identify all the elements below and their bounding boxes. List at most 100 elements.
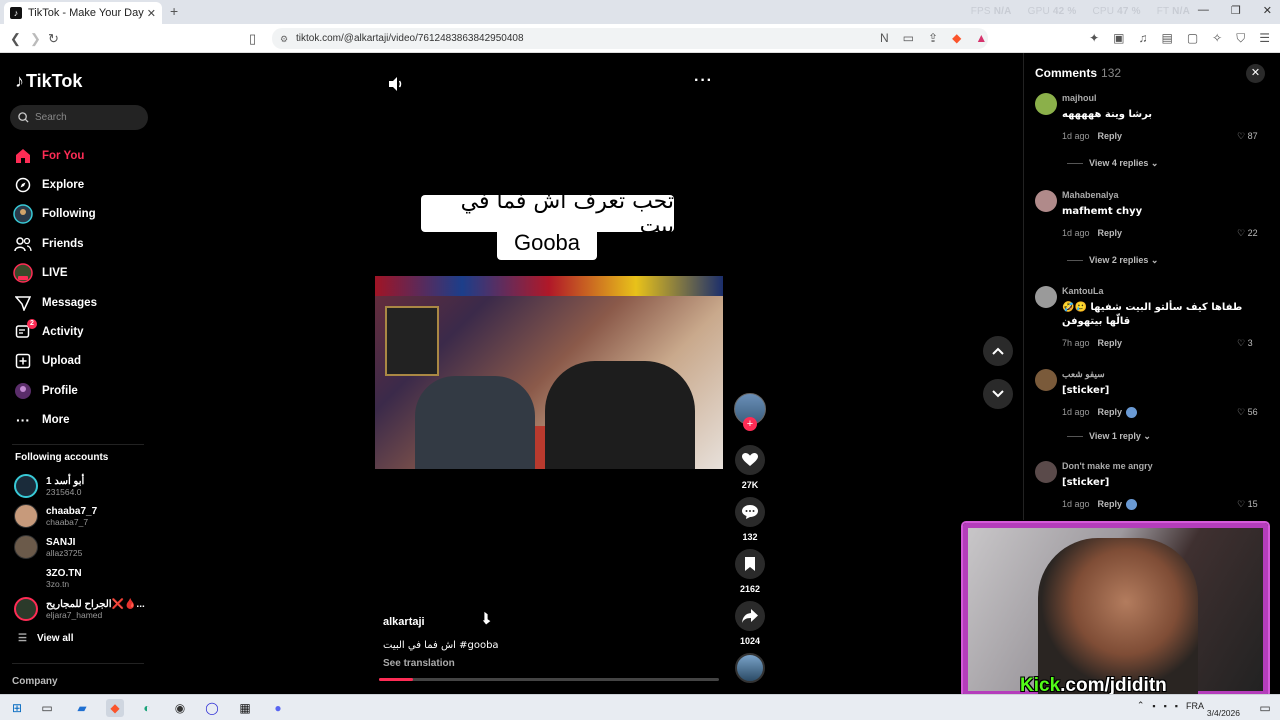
brave-rewards-icon[interactable]: ▲ [975,31,987,45]
language-indicator[interactable]: FRA [1186,701,1204,711]
share-icon[interactable]: ⇪ [928,31,938,45]
avatar[interactable] [1035,461,1057,483]
vpn-icon[interactable]: ⛉ [1236,31,1245,46]
previous-video-button[interactable] [983,336,1013,366]
menu-icon[interactable]: ☰ [1259,31,1270,46]
bookmark-icon[interactable]: ▯ [249,31,256,47]
minimize-icon[interactable]: — [1198,4,1209,17]
music-disc[interactable] [735,653,765,683]
avatar[interactable] [1035,369,1057,391]
no-track-icon[interactable]: N [880,31,889,45]
account-item[interactable]: أبو أسد 1 231564.0 [14,474,84,498]
app-icon[interactable]: ◐ [138,699,156,717]
app-circle-icon[interactable]: ◯ [203,699,221,717]
nav-for-you[interactable]: For You [12,141,97,170]
forward-icon[interactable]: ❯ [30,31,41,47]
epic-games-icon[interactable]: ▦ [236,699,254,717]
account-item[interactable]: SANJI allaz3725 [14,535,82,559]
comment-likes[interactable]: ♡ 22 [1237,228,1258,239]
site-info-icon[interactable]: ⚙ [280,34,290,44]
discord-icon[interactable]: ● [269,699,287,717]
tab-close-icon[interactable]: ✕ [147,7,156,20]
close-window-icon[interactable]: ✕ [1263,4,1272,17]
view-replies-button[interactable]: View 2 replies ⌄ [1067,255,1158,266]
next-video-button[interactable] [983,379,1013,409]
ai-icon[interactable]: ✧ [1212,31,1222,46]
nav-friends[interactable]: Friends [12,229,97,258]
nav-messages[interactable]: Messages [12,288,97,317]
nav-more[interactable]: ··· More [12,406,97,435]
tray-app-icon[interactable]: ▪ [1152,701,1155,711]
view-replies-button[interactable]: View 1 reply ⌄ [1067,431,1151,442]
like-button[interactable] [735,445,765,475]
tray-app-icon[interactable]: ▪ [1175,701,1178,711]
reply-button[interactable]: Reply [1098,338,1123,348]
reply-button[interactable]: Reply [1098,228,1123,238]
nav-following[interactable]: Following [12,200,97,229]
music-icon[interactable]: ♫ [1138,31,1147,46]
search-input[interactable]: Search [10,105,148,130]
volume-icon[interactable] [387,75,405,98]
comment-user[interactable]: majhoul [1062,93,1097,103]
reply-button[interactable]: Reply [1098,499,1123,509]
creator-name[interactable]: alkartaji [383,616,425,628]
comment-user[interactable]: سيفو شعب [1062,369,1105,380]
reply-button[interactable]: Reply [1098,131,1123,141]
share-button[interactable] [735,601,765,631]
nav-live[interactable]: LIVE [12,259,97,288]
tray-app-icon[interactable]: ▪ [1164,701,1167,711]
cast-icon[interactable]: ▭ [903,31,914,45]
stat-ft: FT N/A [1156,6,1190,17]
comment-likes[interactable]: ♡ 87 [1237,131,1258,142]
clock[interactable]: 3/4/2026 [1207,697,1240,719]
back-icon[interactable]: ❮ [10,31,21,47]
tray-chevron-icon[interactable]: ⌃ [1137,700,1145,711]
notification-icon[interactable]: ▭ [1256,699,1274,717]
nav-profile[interactable]: Profile [12,376,97,405]
avatar[interactable] [1035,190,1057,212]
tiktok-logo[interactable]: ♪ TikTok [15,71,82,92]
account-item[interactable]: 3ZO.TN 3zo.tn [14,566,82,590]
task-view-icon[interactable]: ▭ [38,699,56,717]
nav-explore[interactable]: Explore [12,170,97,199]
account-item[interactable]: chaaba7_7 chaaba7_7 [14,504,97,528]
comment-text: [sticker] [1062,385,1110,396]
avatar[interactable] [1035,286,1057,308]
brave-browser-icon[interactable]: ◆ [106,699,124,717]
restore-icon[interactable]: ❐ [1231,4,1241,17]
account-item[interactable]: الجراح للمجاريح❌🩸... eljara7_hamed [14,597,145,621]
video-progress-bar[interactable] [379,678,719,681]
comment-user[interactable]: Don't make me angry [1062,461,1153,471]
nav-activity[interactable]: 2 Activity [12,317,97,346]
reply-button[interactable]: Reply [1098,407,1123,417]
extension-icon[interactable]: ✦ [1089,31,1099,46]
close-comments-icon[interactable]: ✕ [1246,64,1265,83]
brave-shield-icon[interactable]: ◆ [952,31,961,45]
sidebar-icon[interactable]: ▤ [1161,31,1172,46]
screenshot-icon[interactable]: ▣ [1113,31,1124,46]
comment-button[interactable] [735,497,765,527]
company-link[interactable]: Company [12,676,58,687]
video-more-icon[interactable]: ··· [694,72,713,90]
wallet-icon[interactable]: ▢ [1187,31,1198,46]
comment-likes[interactable]: ♡ 56 [1237,407,1258,418]
nav-upload[interactable]: Upload [12,347,97,376]
save-button[interactable] [735,549,765,579]
see-translation-link[interactable]: See translation [383,658,455,669]
obs-icon[interactable]: ◉ [171,699,189,717]
follow-plus-icon[interactable]: + [743,417,757,431]
comment-likes[interactable]: ♡ 3 [1237,338,1253,349]
browser-tab[interactable]: ♪ TikTok - Make Your Day ✕ [4,2,162,24]
file-explorer-icon[interactable]: ▰ [73,699,91,717]
view-all-button[interactable]: ☰ View all [18,633,73,644]
comment-user[interactable]: Mahabenalya [1062,190,1119,200]
comment-user[interactable]: KantouLa [1062,286,1104,296]
reload-icon[interactable]: ↻ [48,31,59,47]
new-tab-button[interactable]: + [170,3,178,19]
comment-likes[interactable]: ♡ 15 [1237,499,1258,510]
main-nav: For You Explore Following Friends LIVE M… [12,141,97,435]
view-replies-button[interactable]: View 4 replies ⌄ [1067,158,1158,169]
video-player[interactable] [375,276,723,469]
avatar[interactable] [1035,93,1057,115]
start-icon[interactable]: ⊞ [8,699,26,717]
